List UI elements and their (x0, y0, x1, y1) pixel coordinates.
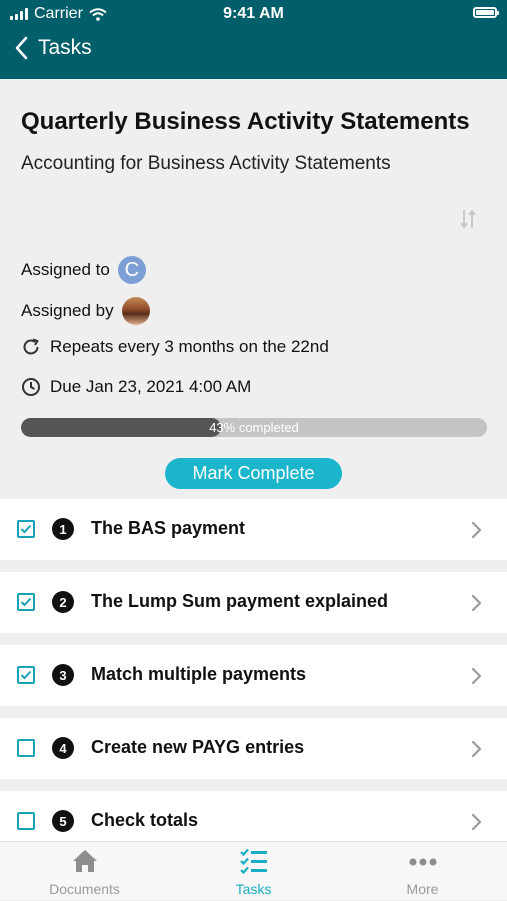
task-title: Quarterly Business Activity Statements (21, 108, 470, 135)
subtask-label: Create new PAYG entries (91, 737, 305, 757)
subtask-label: The Lump Sum payment explained (91, 591, 389, 611)
assigned-by-row: Assigned by (21, 297, 150, 325)
chevron-right-icon (471, 594, 482, 612)
checkmark-icon (20, 524, 32, 534)
mark-complete-button[interactable]: Mark Complete (165, 458, 342, 489)
status-bar: Carrier 9:41 AM (0, 0, 507, 28)
assignee-avatar[interactable]: C (117, 256, 146, 284)
checkmark-icon (20, 597, 32, 607)
task-list-icon (239, 848, 267, 874)
chevron-right-icon (471, 740, 482, 758)
step-number-badge: 2 (52, 591, 74, 613)
tab-bar: Documents Tasks More (0, 841, 507, 900)
subtask-item[interactable]: 3 Match multiple payments (0, 645, 507, 706)
more-dots-icon (409, 858, 436, 866)
checkmark-icon (20, 670, 32, 680)
checkbox-checked[interactable] (17, 520, 35, 538)
chevron-right-icon (471, 667, 482, 685)
clock-icon (21, 377, 41, 397)
tab-documents[interactable]: Documents (0, 842, 169, 901)
subtask-item[interactable]: 1 The BAS payment (0, 499, 507, 560)
nav-bar: Tasks (0, 28, 507, 79)
assigned-to-label: Assigned to (21, 260, 110, 279)
repeat-icon (21, 337, 41, 357)
subtask-item[interactable]: 2 The Lump Sum payment explained (0, 572, 507, 633)
checkbox-checked[interactable] (17, 593, 35, 611)
step-number-badge: 3 (52, 664, 74, 686)
subtask-label: Check totals (91, 810, 199, 830)
repeat-text: Repeats every 3 months on the 22nd (50, 337, 329, 356)
back-button[interactable]: Tasks (14, 36, 92, 60)
home-icon (72, 850, 97, 872)
step-number-badge: 1 (52, 518, 74, 540)
status-time: 9:41 AM (223, 5, 284, 22)
sort-icon[interactable] (458, 208, 478, 230)
header-bar: Carrier 9:41 AM Tasks (0, 0, 507, 79)
assigned-to-row: Assigned to C (21, 256, 146, 284)
subtask-item[interactable]: 4 Create new PAYG entries (0, 718, 507, 779)
subtask-label: Match multiple payments (91, 664, 307, 684)
due-row: Due Jan 23, 2021 4:00 AM (21, 377, 251, 397)
assigner-avatar[interactable] (121, 297, 150, 325)
progress-bar: 43% completed (21, 418, 487, 437)
repeat-row: Repeats every 3 months on the 22nd (21, 337, 329, 357)
tab-tasks[interactable]: Tasks (169, 842, 338, 901)
step-number-badge: 5 (52, 810, 74, 832)
chevron-right-icon (471, 813, 482, 831)
progress-label: 43% completed (209, 420, 299, 435)
checkbox-unchecked[interactable] (17, 739, 35, 757)
due-text: Due Jan 23, 2021 4:00 AM (50, 377, 252, 396)
tab-more[interactable]: More (338, 842, 507, 901)
subtask-label: The BAS payment (91, 518, 246, 538)
chevron-right-icon (471, 521, 482, 539)
step-number-badge: 4 (52, 737, 74, 759)
checkbox-checked[interactable] (17, 666, 35, 684)
task-subtitle: Accounting for Business Activity Stateme… (21, 153, 391, 174)
back-label: Tasks (38, 36, 92, 59)
tab-tasks-label: Tasks (235, 881, 272, 897)
tab-more-label: More (406, 881, 439, 897)
chevron-left-icon (15, 36, 28, 60)
tab-documents-label: Documents (49, 881, 120, 897)
battery-icon (473, 7, 499, 18)
checkbox-unchecked[interactable] (17, 812, 35, 830)
assigned-by-label: Assigned by (21, 301, 114, 320)
